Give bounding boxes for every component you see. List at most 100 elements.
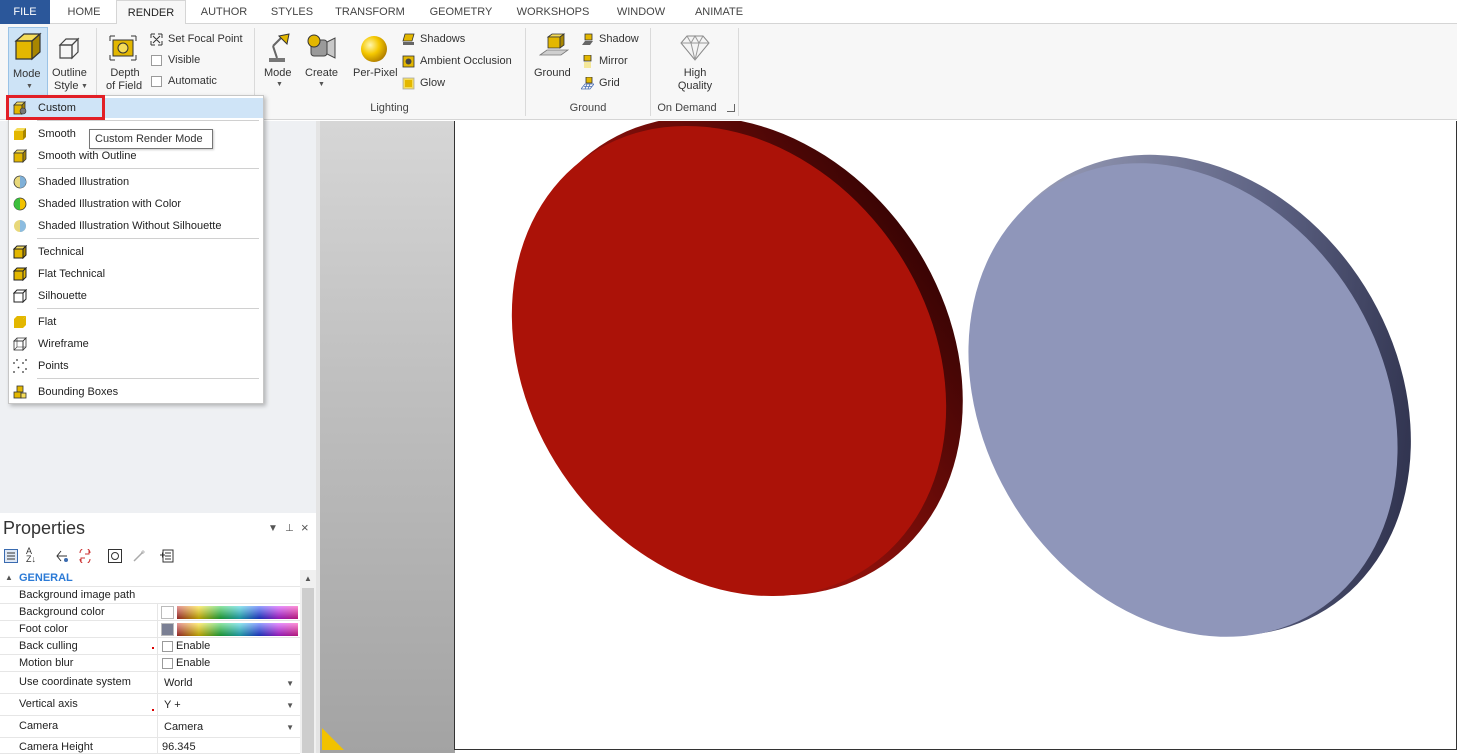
section-header[interactable]: ▲ GENERAL [0,570,300,587]
color-picker-strip[interactable] [177,623,298,636]
color-swatch[interactable] [161,623,174,636]
flat-icon [14,316,26,328]
on-demand-group-label: On Demand [657,102,717,114]
tab-workshops[interactable]: WORKSHOPS [510,0,596,24]
high-quality-label-1[interactable]: High [670,67,720,79]
mode-button[interactable]: Mode ▼ [8,27,48,97]
depth-of-field-icon[interactable] [108,32,138,62]
chevron-down-icon[interactable]: ▼ [286,723,294,732]
property-pages-icon[interactable] [160,549,174,563]
scene-svg [511,116,1457,717]
glow-button[interactable]: Glow [420,77,445,89]
menu-item-flat[interactable]: Flat [9,312,263,332]
tab-transform[interactable]: TRANSFORM [327,0,413,24]
property-label: Background image path [19,589,136,601]
menu-item-silhouette[interactable]: Silhouette [9,286,263,306]
menu-item-shaded-illustration[interactable]: Shaded Illustration [9,172,263,192]
blue-disc[interactable] [882,121,1457,717]
property-value[interactable]: World [164,677,193,689]
light-mode-label[interactable]: Mode [264,67,292,79]
create-light-icon[interactable] [305,32,339,62]
wand-icon[interactable] [132,549,146,563]
menu-item-shaded-no-silhouette[interactable]: Shaded Illustration Without Silhouette [9,216,263,236]
outline-style-icon[interactable] [56,36,82,62]
tab-window[interactable]: WINDOW [606,0,676,24]
color-picker-strip[interactable] [177,606,298,619]
menu-item-bounding-boxes[interactable]: Bounding Boxes [9,382,263,402]
menu-item-label: Technical [38,246,84,258]
3d-viewport[interactable] [454,116,1457,750]
bounding-boxes-icon [13,385,27,399]
color-swatch[interactable] [161,606,174,619]
shadows-button[interactable]: Shadows [420,33,465,45]
tab-styles[interactable]: STYLES [264,0,320,24]
per-pixel-sphere-icon[interactable] [359,34,389,64]
outline-style-label-2[interactable]: Style [54,80,78,92]
grid-button[interactable]: Grid [599,77,620,89]
dialog-launcher-icon[interactable] [727,104,735,112]
motion-blur-checkbox[interactable] [162,658,173,669]
tab-home[interactable]: HOME [56,0,112,24]
property-row-motion-blur[interactable]: Motion blur Enable [0,655,300,672]
property-value[interactable]: 96.345 [162,741,196,753]
property-row-back-culling[interactable]: Back culling Enable [0,638,300,655]
scroll-up-icon[interactable]: ▲ [304,574,312,583]
collapse-icon[interactable] [78,549,92,563]
depth-label-2[interactable]: of Field [106,80,142,92]
properties-panel: Properties ▼ ⊥ × A Z↓ ▲ GENERAL Backgroun… [0,513,316,754]
light-mode-icon[interactable] [265,32,295,64]
property-row-background-color[interactable]: Background color [0,604,300,621]
menu-item-flat-technical[interactable]: Flat Technical [9,264,263,284]
menu-item-wireframe[interactable]: Wireframe [9,334,263,354]
property-row-vertical-axis[interactable]: Vertical axis Y + ▼ [0,694,300,716]
flat-technical-icon [13,267,27,281]
chevron-down-icon[interactable]: ▼ [286,701,294,710]
tooltip: Custom Render Mode [89,129,213,149]
diamond-icon[interactable] [679,32,711,62]
refresh-icon[interactable] [108,549,122,563]
per-pixel-label[interactable]: Per-Pixel [353,67,398,79]
ground-label[interactable]: Ground [534,67,571,79]
property-row-camera-height[interactable]: Camera Height 96.345 [0,738,300,754]
ground-icon[interactable] [539,33,569,63]
property-value[interactable]: Y + [164,699,181,711]
collapse-arrow-icon[interactable]: ▲ [5,573,13,582]
visible-checkbox[interactable] [151,55,162,66]
property-scrollbar-thumb[interactable] [302,588,314,753]
close-icon[interactable]: × [301,520,309,535]
panel-menu-icon[interactable]: ▼ [268,523,278,534]
menu-item-points[interactable]: Points [9,356,263,376]
automatic-checkbox[interactable] [151,76,162,87]
menu-item-technical[interactable]: Technical [9,242,263,262]
property-row-coordinate-system[interactable]: Use coordinate system World ▼ [0,672,300,694]
tab-file[interactable]: FILE [0,0,50,24]
mirror-button[interactable]: Mirror [599,55,628,67]
alphabetical-sort-icon[interactable]: A Z↓ [26,547,40,564]
property-row-background-image[interactable]: Background image path [0,587,300,604]
shadow-button[interactable]: Shadow [599,33,639,45]
shaded-no-silhouette-icon [14,220,26,232]
outline-style-label-1[interactable]: Outline [52,67,87,79]
create-label[interactable]: Create [305,67,338,79]
tab-author[interactable]: AUTHOR [193,0,255,24]
menu-item-shaded-illustration-color[interactable]: Shaded Illustration with Color [9,194,263,214]
menu-item-label: Bounding Boxes [38,386,119,398]
tab-animate[interactable]: ANIMATE [685,0,753,24]
tab-geometry[interactable]: GEOMETRY [421,0,501,24]
menu-item-smooth-with-outline[interactable]: Smooth with Outline [9,146,263,166]
categorized-view-icon[interactable] [4,549,18,563]
expand-icon[interactable] [55,549,69,563]
back-culling-checkbox[interactable] [162,641,173,652]
column-divider [157,638,158,654]
chevron-down-icon[interactable]: ▼ [286,679,294,688]
pin-icon[interactable]: ⊥ [285,523,294,534]
shaded-color-icon [13,197,27,211]
set-focal-point-button[interactable]: Set Focal Point [168,33,243,45]
depth-label-1[interactable]: Depth [106,67,144,79]
high-quality-label-2[interactable]: Quality [670,80,720,92]
tab-render[interactable]: RENDER [116,0,186,25]
ambient-occlusion-button[interactable]: Ambient Occlusion [420,55,512,67]
property-row-foot-color[interactable]: Foot color [0,621,300,638]
property-row-camera[interactable]: Camera Camera ▼ [0,716,300,738]
property-value[interactable]: Camera [164,721,203,733]
